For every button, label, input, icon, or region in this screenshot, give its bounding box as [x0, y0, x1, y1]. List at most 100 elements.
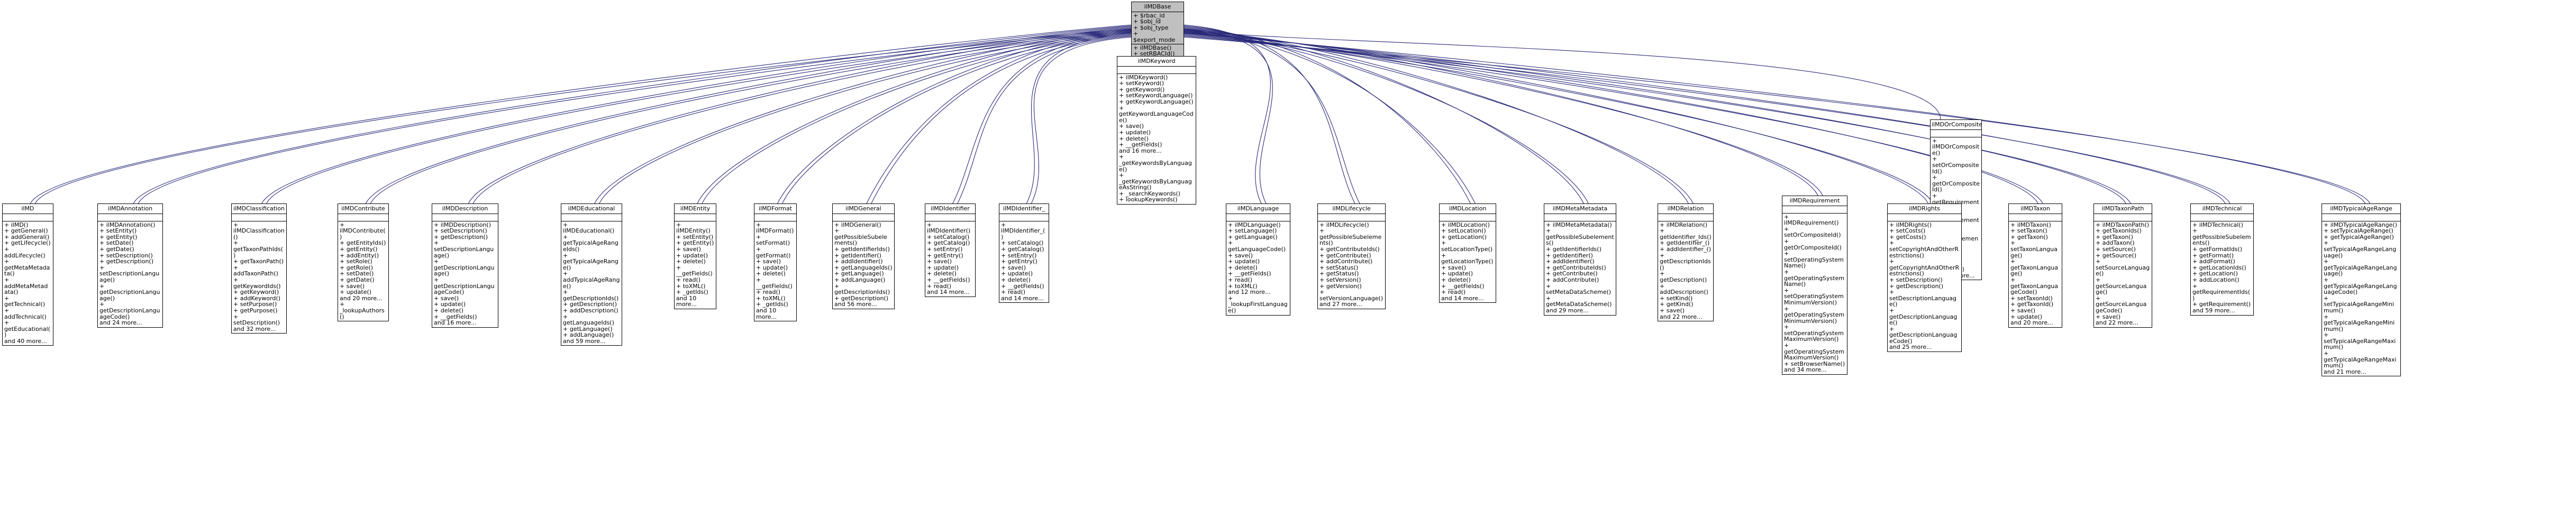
class-operation-line: and 34 more...: [1784, 366, 1827, 374]
class-title: ilMDFormat: [754, 204, 796, 214]
class-operation-line: and 16 more...: [1119, 147, 1162, 154]
class-operation-line: + ilMDOrComposite(): [1932, 137, 1980, 156]
class-attribute-line: + $obj_type: [1133, 24, 1169, 31]
class-operation-line: + ilMDEducational(): [563, 221, 615, 235]
inheritance-edge: [133, 25, 1133, 204]
class-operation-line: and 21 more...: [2324, 368, 2366, 375]
class-title: ilMDLifecycle: [1318, 204, 1385, 214]
class-operation-line: + getDescription(): [1889, 282, 1944, 290]
class-operation-line: + addTypicalAgeRange(): [563, 270, 620, 290]
class-operation-line: + getDescriptionIds(): [1660, 252, 1711, 271]
uml-class-ilmdrelation[interactable]: ilMDRelation + ilMDRelation() + getIdentif…: [1658, 203, 1714, 322]
class-attributes: [754, 214, 796, 221]
class-attributes: [1658, 214, 1713, 221]
class-operation-line: + ilMDRequirement(): [1784, 213, 1839, 227]
uml-inheritance-diagram: ilMDBase + $rbac_id + $obj_id + $obj_type +…: [0, 0, 2576, 509]
class-operation-line: + getDescription(): [1660, 270, 1707, 283]
class-operation-line: + setSource(): [2096, 245, 2136, 253]
class-operation-line: + getDescriptionLanguage(): [99, 282, 160, 302]
class-operation-line: + setOrCompositeId(): [1784, 225, 1841, 239]
class-operation-line: and 22 more...: [2096, 319, 2138, 327]
class-operation-line: + setTypicalAgeRangeMinimum(): [2324, 294, 2394, 314]
uml-class-ilmdrights[interactable]: ilMDRights + ilMDRights() + setCosts() + ge…: [1887, 203, 1962, 353]
class-attributes: [1226, 214, 1290, 221]
class-attributes: [432, 214, 498, 221]
class-operation-line: + _lookupAuthors(): [340, 301, 385, 320]
class-operation-line: + read(): [1228, 276, 1253, 283]
class-operation-line: + getOrCompositeId(): [1932, 174, 1980, 193]
class-operation-line: + getTaxonLanguage(): [2010, 258, 2059, 277]
uml-class-ilmdentity[interactable]: ilMDEntity + ilMDEntity() + setEntity() + g…: [674, 203, 716, 309]
inheritance-edge: [1182, 32, 1823, 196]
class-operation-line: + save(): [2010, 307, 2036, 314]
class-title: ilMDGeneral: [833, 204, 894, 214]
class-title: ilMDTaxon: [2009, 204, 2062, 214]
class-operation-line: + setLocationType(): [1441, 239, 1493, 253]
class-operation-line: + ilMDFormat(): [756, 221, 794, 235]
uml-class-ilmdrequirement[interactable]: ilMDRequirement + ilMDRequirement() + setO…: [1782, 196, 1847, 375]
class-operations: + ilMD() + getGeneral() + addGeneral() + ge…: [3, 221, 53, 346]
uml-class-ilmd[interactable]: ilMD + ilMD() + getGeneral() + addGeneral()…: [2, 203, 53, 346]
uml-class-ilmdformat[interactable]: ilMDFormat + ilMDFormat() + setFormat() + g…: [754, 203, 797, 322]
class-attributes: [561, 214, 622, 221]
class-operation-line: + getDescriptionLanguageCode(): [1889, 325, 1958, 345]
uml-class-ilmdtaxon[interactable]: ilMDTaxon + ilMDTaxon() + setTaxon() + getT…: [2008, 203, 2062, 328]
class-operations: + ilMDGeneral() + getPossibleSubelements(…: [833, 221, 894, 309]
uml-class-ilmddescription[interactable]: ilMDDescription + ilMDDescription() + setD…: [432, 203, 498, 328]
uml-class-ilmdtechnical[interactable]: ilMDTechnical + ilMDTechnical() + getPossi…: [2190, 203, 2254, 316]
inheritance-edge: [1182, 32, 2226, 204]
class-attributes: + $rbac_id + $obj_id + $obj_type + $export_…: [1132, 12, 1184, 44]
class-operation-line: + lookupKeywords(): [1119, 196, 1178, 203]
inheritance-edge: [1182, 35, 2231, 204]
class-operation-line: + getTaxonLanguageCode(): [2010, 276, 2059, 296]
uml-class-ilmdlocation[interactable]: ilMDLocation + ilMDLocation() + setLocatio…: [1439, 203, 1496, 303]
uml-class-ilmdeducational[interactable]: ilMDEducational + ilMDEducational() + getT…: [561, 203, 622, 346]
inheritance-edge: [468, 27, 1133, 204]
uml-class-ilmdidentifier[interactable]: ilMDIdentifier + ilMDIdentifier() + setCat…: [925, 203, 976, 297]
class-operation-line: + getDescriptionLanguage(): [434, 258, 495, 277]
uml-class-ilmdgeneral[interactable]: ilMDGeneral + ilMDGeneral() + getPossibleS…: [832, 203, 895, 309]
uml-class-ilmdtypicalagerange[interactable]: ilMDTypicalAgeRange + ilMDTypicalAgeRange…: [2322, 203, 2401, 377]
class-operation-line: + update(): [340, 289, 372, 296]
inheritance-edge: [365, 27, 1133, 204]
class-operation-line: + getTypicalAgeRangeLanguageCode(): [2324, 276, 2397, 296]
class-attributes: [3, 214, 53, 221]
class-operation-line: + getPossibleSubelements(): [834, 227, 887, 247]
class-operation-line: + getTypicalAgeRange(): [2324, 233, 2394, 240]
class-operation-line: + setTaxonLanguage(): [2010, 239, 2058, 259]
class-operation-line: + setDescriptionLanguage(): [99, 264, 160, 283]
class-operation-line: + _lookupFirstLanguage(): [1228, 294, 1288, 314]
class-operation-line: + getTechnical(): [4, 294, 45, 308]
class-title: ilMDTypicalAgeRange: [2322, 204, 2400, 214]
uml-class-ilmdlanguage[interactable]: ilMDLanguage + ilMDLanguage() + setLanguag…: [1226, 203, 1290, 316]
class-title: ilMDTaxonPath: [2094, 204, 2152, 214]
class-operation-line: + getCatalog(): [1001, 245, 1044, 253]
inheritance-edge: [261, 26, 1133, 204]
uml-class-ilmdidentifier_[interactable]: ilMDIdentifier_ + ilMDIdentifier_() + setC…: [999, 203, 1049, 303]
uml-class-ilmdtaxonpath[interactable]: ilMDTaxonPath + ilMDTaxonPath() + getTaxon…: [2093, 203, 2152, 328]
uml-class-ilmdlifecycle[interactable]: ilMDLifecycle + ilMDLifecycle() + getPossi…: [1317, 203, 1386, 309]
uml-class-ilmdmetametadata[interactable]: ilMDMetaMetadata + ilMDMetaMetadata() + ge…: [1544, 203, 1616, 316]
class-operation-line: + ilMDMetaMetadata(): [1546, 221, 1612, 228]
inheritance-edge: [266, 30, 1133, 204]
class-title: ilMD: [3, 204, 53, 214]
class-operation-line: + getDescription(): [434, 233, 488, 240]
class-operation-line: + _getKeywordsByLanguageAsString(): [1119, 172, 1192, 191]
class-operation-line: and 14 more...: [1001, 294, 1044, 302]
uml-class-ilmdannotation[interactable]: ilMDAnnotation + ilMDAnnotation() + setEnt…: [97, 203, 163, 328]
class-operations: + ilMDRelation() + getIdentifier_Ids() + g…: [1658, 221, 1713, 321]
class-attributes: [2322, 214, 2400, 221]
uml-class-ilmdclassification[interactable]: ilMDClassification + ilMDClassification()…: [231, 203, 287, 334]
class-operation-line: + __getFields(): [927, 276, 970, 283]
inheritance-edge: [1182, 26, 1471, 204]
inheritance-edge: [1182, 28, 1273, 204]
inheritance-edge: [370, 31, 1133, 204]
class-operation-line: + setRole(): [340, 258, 372, 265]
class-attributes: [338, 214, 388, 221]
class-operations: + ilMDLifecycle() + getPossibleSubelement…: [1318, 221, 1385, 309]
uml-class-ilmdkeyword[interactable]: ilMDKeyword + ilMDKeyword() + setKeyword(…: [1117, 56, 1196, 205]
uml-class-ilmdcontribute[interactable]: ilMDContribute + ilMDContribute() + getEnt…: [338, 203, 389, 322]
class-operation-line: + delete(): [756, 270, 786, 277]
inheritance-edge: [30, 24, 1133, 204]
class-operation-line: and 10 more...: [676, 294, 697, 308]
